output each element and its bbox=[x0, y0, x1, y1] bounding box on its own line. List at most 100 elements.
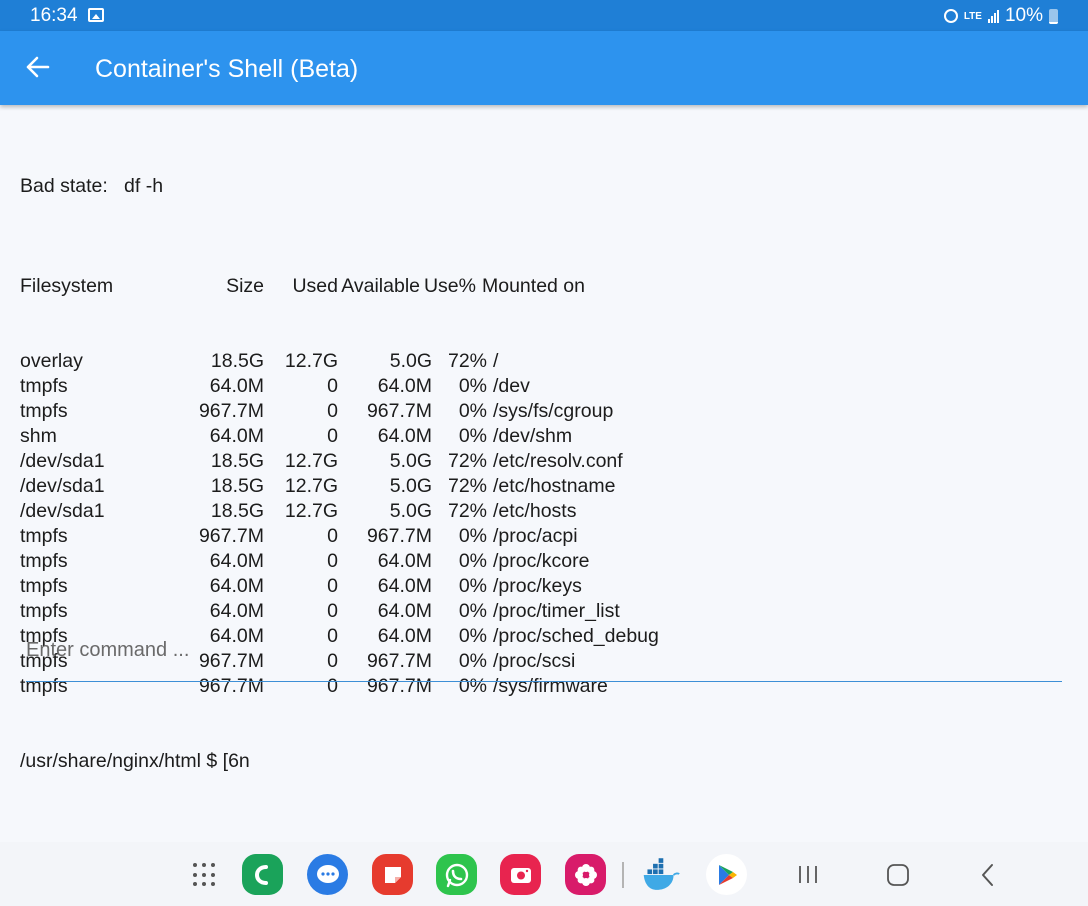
cell-size: 64.0M bbox=[209, 375, 264, 397]
cell-used: 12.7G bbox=[284, 350, 338, 372]
cell-size: 64.0M bbox=[209, 425, 264, 447]
cell-mounted-on: /etc/resolv.conf bbox=[493, 450, 623, 472]
cell-used: 0 bbox=[327, 600, 338, 622]
cell-available: 64.0M bbox=[377, 425, 432, 447]
cell-filesystem: overlay bbox=[20, 350, 83, 372]
cell-use-percent: 0% bbox=[458, 550, 487, 572]
cell-mounted-on: /etc/hostname bbox=[493, 475, 616, 497]
cell-use-percent: 0% bbox=[458, 575, 487, 597]
cell-available: 5.0G bbox=[389, 500, 432, 522]
cell-available: 967.7M bbox=[366, 400, 432, 422]
cell-used: 0 bbox=[327, 525, 338, 547]
cell-available: 5.0G bbox=[389, 350, 432, 372]
header-available: Available bbox=[341, 275, 420, 297]
navigation-bar bbox=[0, 842, 1088, 906]
notes-app-icon[interactable] bbox=[372, 854, 413, 895]
cell-mounted-on: /dev bbox=[493, 375, 530, 397]
command-input[interactable] bbox=[26, 630, 1062, 670]
cell-filesystem: tmpfs bbox=[20, 600, 68, 622]
cell-size: 64.0M bbox=[209, 600, 264, 622]
cell-available: 64.0M bbox=[377, 575, 432, 597]
cell-filesystem: tmpfs bbox=[20, 550, 68, 572]
cell-size: 967.7M bbox=[198, 525, 264, 547]
cell-available: 5.0G bbox=[389, 450, 432, 472]
cell-filesystem: /dev/sda1 bbox=[20, 500, 105, 522]
cell-use-percent: 0% bbox=[458, 400, 487, 422]
page-title: Container's Shell (Beta) bbox=[95, 55, 359, 83]
cell-filesystem: shm bbox=[20, 425, 57, 447]
cell-used: 12.7G bbox=[284, 450, 338, 472]
back-button[interactable] bbox=[18, 47, 58, 87]
docker-app-icon[interactable] bbox=[640, 854, 681, 895]
status-time: 16:34 bbox=[30, 5, 78, 26]
cell-used: 0 bbox=[327, 575, 338, 597]
dock-divider bbox=[622, 862, 624, 888]
cell-available: 64.0M bbox=[377, 600, 432, 622]
phone-app-icon[interactable] bbox=[242, 854, 283, 895]
df-row: /dev/sda1 18.5G 12.7G 5.0G 72% /etc/hostname bbox=[20, 474, 1068, 499]
battery-icon bbox=[1049, 8, 1058, 24]
cell-use-percent: 0% bbox=[458, 600, 487, 622]
header-filesystem: Filesystem bbox=[20, 275, 114, 297]
df-row: tmpfs 64.0M 0 64.0M 0% /proc/keys bbox=[20, 574, 1068, 599]
cell-size: 18.5G bbox=[210, 475, 264, 497]
status-indicators: LTE 10% bbox=[943, 5, 1058, 27]
signal-icon bbox=[987, 9, 999, 23]
cell-use-percent: 72% bbox=[447, 450, 487, 472]
df-row: tmpfs 967.7M 0 967.7M 0% /sys/fs/cgroup bbox=[20, 399, 1068, 424]
cell-used: 0 bbox=[327, 375, 338, 397]
cell-size: 18.5G bbox=[210, 450, 264, 472]
cell-use-percent: 0% bbox=[458, 375, 487, 397]
command-echo: Bad state: df -h bbox=[20, 175, 164, 197]
df-row: tmpfs 64.0M 0 64.0M 0% /proc/kcore bbox=[20, 549, 1068, 574]
command-input-container bbox=[26, 630, 1062, 682]
camera-app-icon[interactable] bbox=[500, 854, 541, 895]
cell-used: 12.7G bbox=[284, 500, 338, 522]
cell-use-percent: 0% bbox=[458, 425, 487, 447]
cell-filesystem: tmpfs bbox=[20, 575, 68, 597]
play-store-app-icon[interactable] bbox=[706, 854, 747, 895]
cell-mounted-on: /dev/shm bbox=[493, 425, 573, 447]
cell-mounted-on: / bbox=[493, 350, 499, 372]
shell-prompt: /usr/share/nginx/html $ [6n bbox=[20, 750, 250, 772]
cell-size: 18.5G bbox=[210, 350, 264, 372]
cell-used: 12.7G bbox=[284, 475, 338, 497]
cell-use-percent: 72% bbox=[447, 350, 487, 372]
home-icon[interactable] bbox=[884, 862, 912, 893]
df-row: tmpfs 967.7M 0 967.7M 0% /proc/acpi bbox=[20, 524, 1068, 549]
cell-available: 64.0M bbox=[377, 375, 432, 397]
alarm-icon bbox=[943, 9, 958, 23]
cell-filesystem: tmpfs bbox=[20, 525, 68, 547]
app-drawer-icon[interactable] bbox=[193, 863, 217, 887]
cell-mounted-on: /proc/keys bbox=[493, 575, 582, 597]
recent-apps-icon[interactable] bbox=[796, 862, 822, 891]
back-nav-icon[interactable] bbox=[976, 862, 1000, 893]
cell-used: 0 bbox=[327, 550, 338, 572]
app-bar: Container's Shell (Beta) bbox=[0, 31, 1088, 105]
cell-filesystem: /dev/sda1 bbox=[20, 450, 105, 472]
cell-available: 967.7M bbox=[366, 525, 432, 547]
flower-app-icon[interactable] bbox=[565, 854, 606, 895]
cell-filesystem: tmpfs bbox=[20, 400, 68, 422]
df-row: tmpfs 64.0M 0 64.0M 0% /proc/timer_list bbox=[20, 599, 1068, 624]
whatsapp-app-icon[interactable] bbox=[436, 854, 477, 895]
cell-size: 967.7M bbox=[198, 400, 264, 422]
cell-available: 64.0M bbox=[377, 550, 432, 572]
header-size: Size bbox=[226, 275, 264, 297]
header-mounted-on: Mounted on bbox=[482, 275, 585, 297]
header-use-percent: Use% bbox=[423, 275, 476, 297]
df-row: shm 64.0M 0 64.0M 0% /dev/shm bbox=[20, 424, 1068, 449]
header-used: Used bbox=[292, 275, 338, 297]
cell-used: 0 bbox=[327, 400, 338, 422]
messages-app-icon[interactable] bbox=[307, 854, 348, 895]
cell-mounted-on: /proc/timer_list bbox=[493, 600, 620, 622]
cell-use-percent: 0% bbox=[458, 525, 487, 547]
df-row: tmpfs 64.0M 0 64.0M 0% /dev bbox=[20, 374, 1068, 399]
cell-used: 0 bbox=[327, 425, 338, 447]
cell-filesystem: /dev/sda1 bbox=[20, 475, 105, 497]
df-header-row: Filesystem Size Used Available Use% Moun… bbox=[20, 274, 1068, 299]
arrow-left-icon bbox=[26, 56, 50, 78]
df-row: /dev/sda1 18.5G 12.7G 5.0G 72% /etc/hosts bbox=[20, 499, 1068, 524]
cell-use-percent: 72% bbox=[447, 500, 487, 522]
df-row: /dev/sda1 18.5G 12.7G 5.0G 72% /etc/resolv.co… bbox=[20, 449, 1068, 474]
